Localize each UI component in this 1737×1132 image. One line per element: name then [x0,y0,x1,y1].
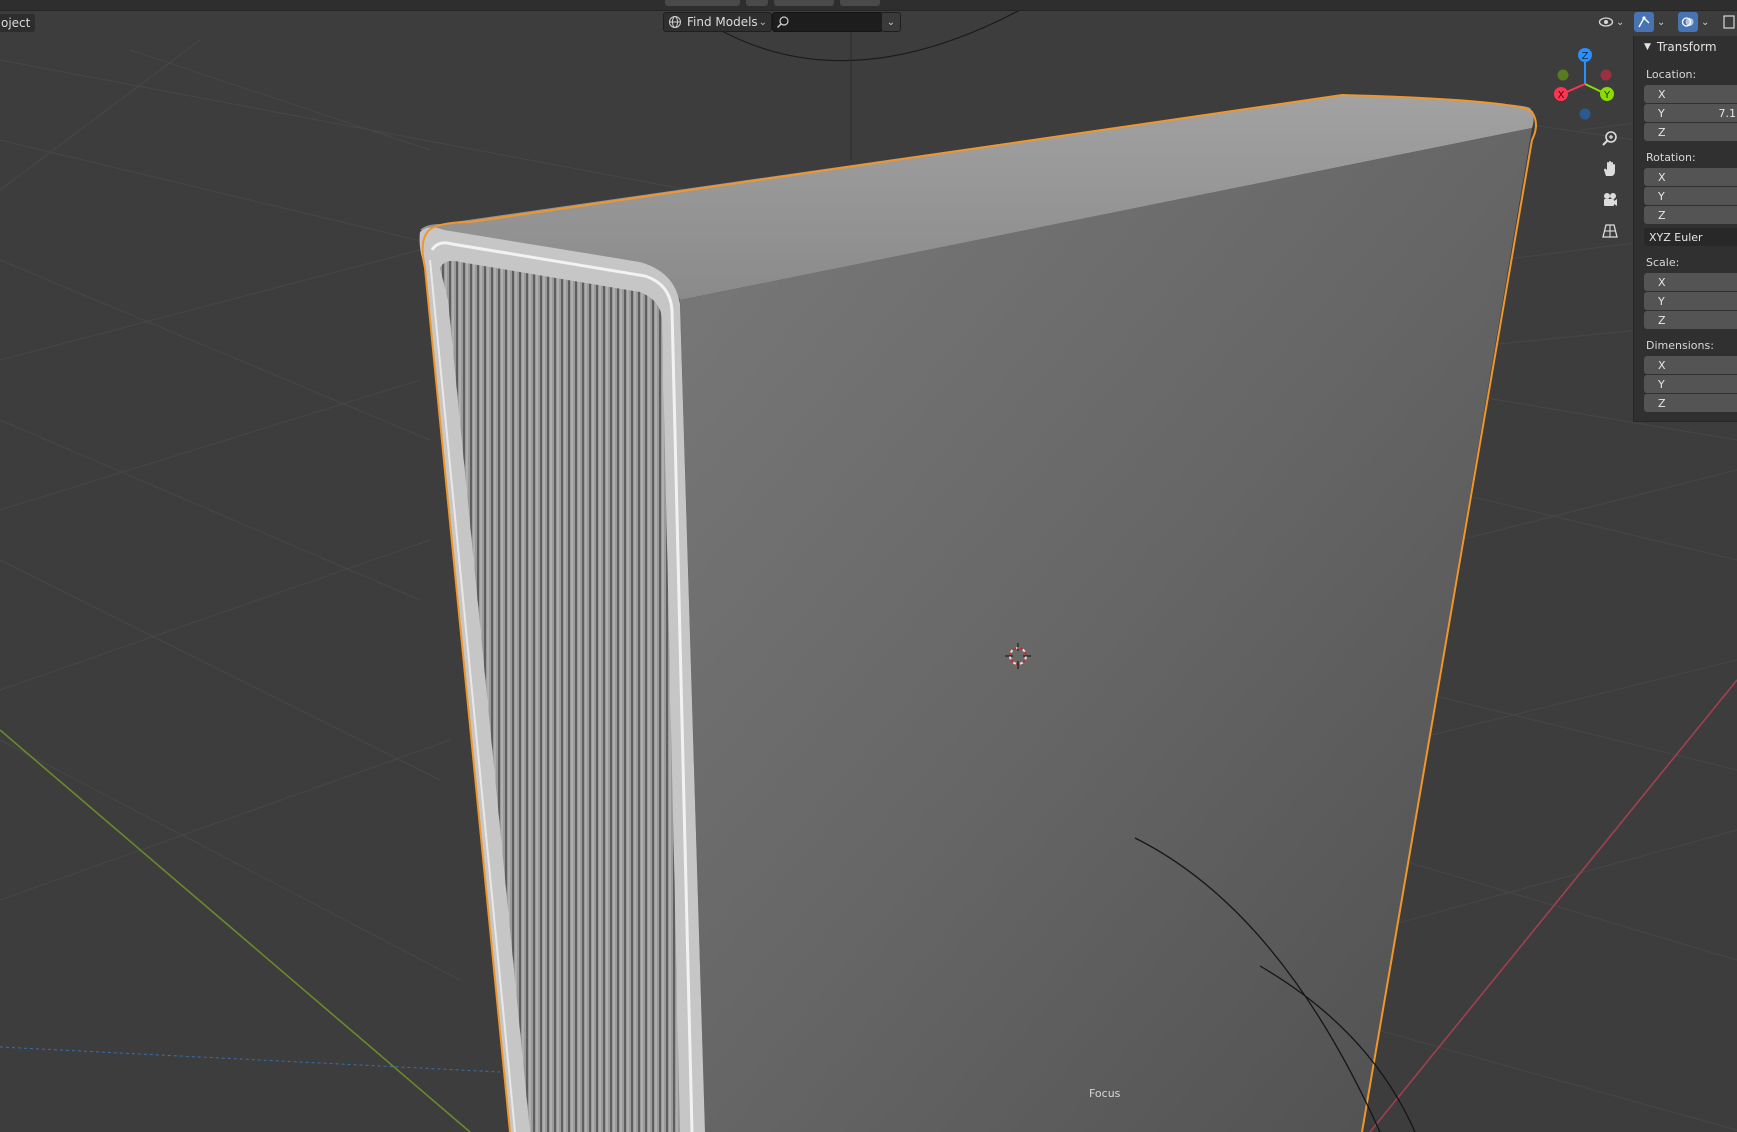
scale-label: Scale: [1646,256,1680,269]
rotation-y-field[interactable]: Y [1644,187,1737,205]
dashed-axis-line [0,1046,501,1073]
perspective-toggle-button[interactable] [1596,217,1624,245]
rotation-x-field[interactable]: X [1644,168,1737,186]
scale-y-field[interactable]: Y [1644,292,1737,310]
gizmo-neg-x-axis[interactable] [1600,69,1612,81]
pan-hand-icon [1604,161,1615,176]
axis-label: Y [1658,377,1665,391]
partial-button[interactable] [774,0,834,6]
rotation-z-field[interactable]: Z [1644,206,1737,224]
location-label: Location: [1646,68,1697,81]
gizmo-neg-y-axis[interactable] [1557,69,1569,81]
axis-label: Z [1658,396,1666,410]
navigation-gizmo[interactable]: Z Y X [1548,44,1622,124]
dimensions-x-field[interactable]: X [1644,356,1737,374]
axis-label: Y [1658,294,1665,308]
axis-label: Z [1658,125,1666,139]
gizmo-x-label: X [1558,90,1565,101]
axis-label: X [1658,275,1666,289]
zoom-button[interactable] [1596,125,1624,153]
header-partial-buttons [665,0,880,7]
axis-label: Y [1658,189,1665,203]
visibility-dropdown[interactable]: ⌄ [1598,12,1624,32]
axis-label: X [1658,87,1666,101]
camera-view-button[interactable] [1596,186,1624,214]
gizmo-toggle[interactable]: ⌄ [1634,12,1665,32]
perspective-grid-icon [1602,224,1618,238]
rotation-mode-select[interactable]: XYZ Euler [1644,228,1737,246]
dimensions-y-field[interactable]: Y [1644,375,1737,393]
axis-label: Y [1658,106,1665,120]
globe-icon [669,16,681,28]
partial-button[interactable] [665,0,740,6]
chevron-down-icon: ⌄ [1616,16,1625,28]
partial-button[interactable] [840,0,880,6]
search-icon [777,16,789,28]
sidebar-n-panel: ▼ Transform Location: X Y 7.1 Z Rotation:… [1633,36,1737,422]
zoom-icon [1602,131,1617,146]
scale-x-field[interactable]: X [1644,273,1737,291]
scale-z-field[interactable]: Z [1644,311,1737,329]
axis-label: X [1658,170,1666,184]
gizmo-y-label: Y [1603,90,1611,101]
y-axis-line [0,729,471,1132]
interaction-mode-menu[interactable]: oject [0,14,36,32]
transform-panel-header[interactable]: ▼ Transform [1634,36,1737,58]
partial-button[interactable] [746,0,768,6]
gizmo-z-label: Z [1582,51,1589,62]
pan-button[interactable] [1596,155,1624,183]
location-z-field[interactable]: Z [1644,123,1737,141]
viewport-scene [0,9,1737,1132]
chevron-down-icon: ⌄ [886,16,896,28]
chevron-down-icon: ⌄ [1657,16,1666,28]
axis-label: X [1658,358,1666,372]
xray-icon [1723,15,1735,29]
location-x-field[interactable]: X [1644,85,1737,103]
xray-toggle[interactable] [1722,12,1736,32]
book-front-face [680,128,1532,1132]
gizmo-neg-z-axis[interactable] [1579,108,1591,120]
location-y-field[interactable]: Y 7.1 [1644,104,1737,122]
axis-label: Z [1658,313,1666,327]
dimensions-z-field[interactable]: Z [1644,394,1737,412]
location-y-value: 7.1 [1718,106,1737,120]
collapse-triangle-icon: ▼ [1644,42,1651,52]
axis-label: Z [1658,208,1666,222]
gizmo-toggle-icon [1638,16,1650,28]
chevron-down-icon: ⌄ [1701,16,1710,28]
find-models-label: Find Models [687,15,758,29]
overlay-toggle[interactable]: ⌄ [1678,12,1709,32]
3d-viewport[interactable] [0,0,1737,1132]
visibility-icon [1598,17,1614,27]
search-options-button[interactable]: ⌄ [881,12,901,32]
overlay-toggle-icon [1681,17,1694,27]
find-models-dropdown[interactable]: Find Models ⌄ [663,12,772,32]
focus-label: Focus [1089,1087,1121,1100]
rotation-label: Rotation: [1646,151,1696,164]
transform-title: Transform [1656,40,1717,54]
dimensions-label: Dimensions: [1646,339,1714,352]
3d-cursor-icon[interactable] [1003,641,1033,671]
chevron-down-icon: ⌄ [758,16,767,28]
camera-icon [1604,193,1617,206]
